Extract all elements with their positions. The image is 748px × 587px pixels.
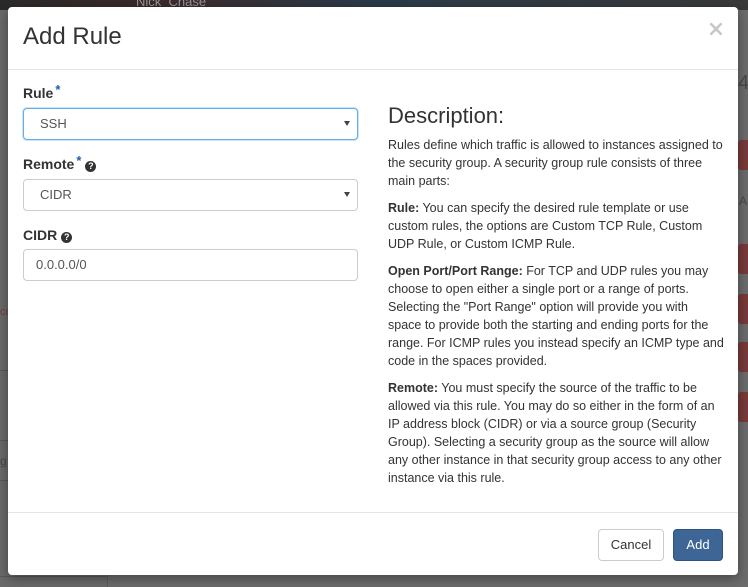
chevron-down-icon (344, 121, 350, 126)
remote-select[interactable]: CIDR (23, 179, 358, 211)
description-rule: Rule: You can specify the desired rule t… (388, 199, 724, 253)
description-panel: Description: Rules define which traffic … (388, 101, 724, 496)
description-intro: Rules define which traffic is allowed to… (388, 138, 723, 188)
cidr-label: CIDR? (23, 227, 73, 243)
rule-select-value: SSH (40, 116, 67, 131)
modal-title: Add Rule (23, 23, 122, 50)
background-button (738, 392, 748, 422)
background-edge-text: A (739, 194, 748, 208)
remote-label-text: Remote (23, 156, 75, 172)
description-rule-heading: Rule: (388, 201, 420, 215)
background-button (738, 244, 748, 274)
modal-footer: Cancel Add (8, 512, 738, 575)
description-port: Open Port/Port Range: For TCP and UDP ru… (388, 262, 724, 370)
cidr-label-text: CIDR (23, 227, 58, 243)
background-button (738, 342, 748, 372)
description-remote-text: You must specify the source of the traff… (388, 381, 722, 485)
chevron-down-icon (344, 192, 350, 197)
background-edge-text: g (0, 454, 7, 468)
background-button (738, 294, 748, 324)
remote-select-value: CIDR (40, 187, 72, 202)
cidr-input-value: 0.0.0.0/0 (36, 257, 87, 272)
description-port-text: For TCP and UDP rules you may choose to … (388, 264, 724, 368)
cidr-input[interactable]: 0.0.0.0/0 (23, 249, 358, 281)
description-port-heading: Open Port/Port Range: (388, 264, 523, 278)
rule-select[interactable]: SSH (23, 108, 358, 140)
cancel-button[interactable]: Cancel (598, 529, 664, 561)
modal-header: Add Rule × (8, 7, 738, 70)
background-button (738, 140, 748, 170)
background-edge-text: 4 (738, 72, 748, 94)
description-title: Description: (388, 103, 505, 128)
rule-label: Rule * (23, 82, 61, 101)
description-remote: Remote: You must specify the source of t… (388, 379, 724, 487)
description-remote-heading: Remote: (388, 381, 439, 395)
required-icon: * (76, 153, 82, 168)
question-circle-icon[interactable]: ? (61, 232, 73, 243)
rule-label-text: Rule (23, 85, 54, 101)
remote-label: Remote *? (23, 153, 97, 172)
question-circle-icon[interactable]: ? (85, 161, 97, 172)
add-button[interactable]: Add (673, 529, 723, 561)
add-rule-modal: Add Rule × Rule * SSH Remote *? CIDR CIDR?… (8, 7, 738, 575)
required-icon: * (55, 82, 61, 97)
description-rule-text: You can specify the desired rule templat… (388, 201, 703, 251)
close-icon[interactable]: × (705, 19, 727, 41)
